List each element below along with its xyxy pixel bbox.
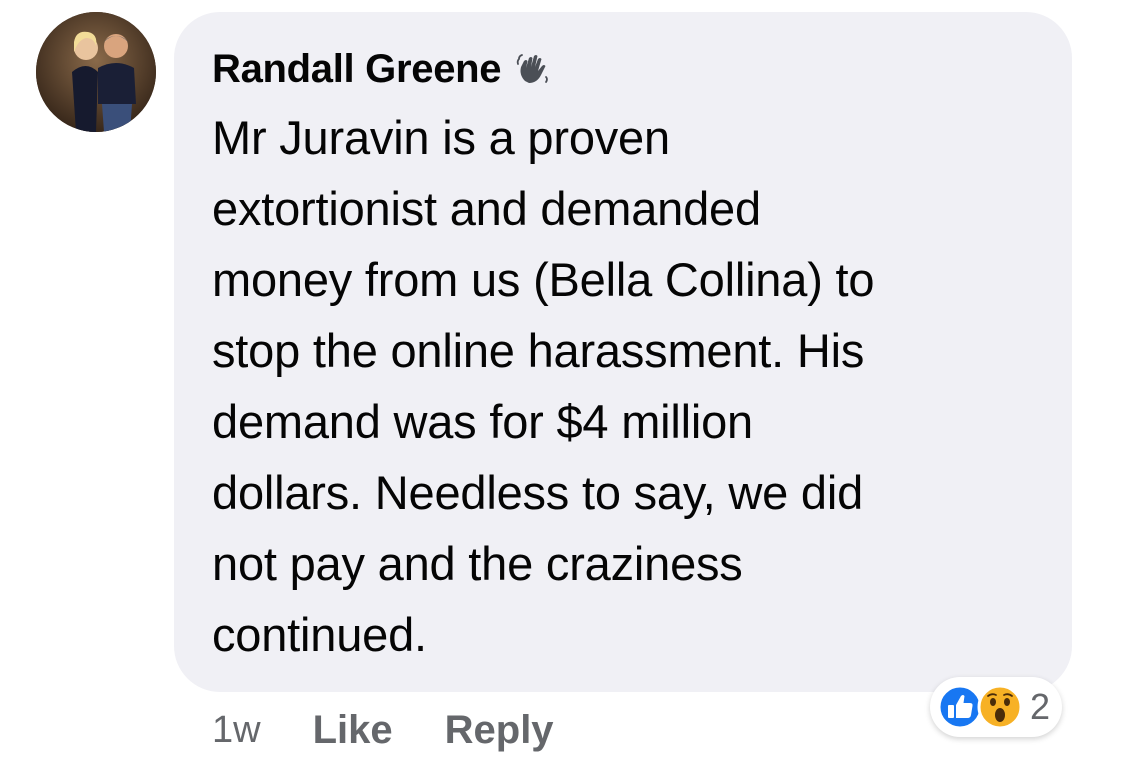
wow-reaction-icon — [976, 683, 1024, 731]
like-button[interactable]: Like — [313, 708, 393, 753]
comment-actions: 1w Like Reply — [212, 700, 606, 760]
author-name[interactable]: Randall Greene — [212, 47, 502, 92]
reactions-summary[interactable]: 2 — [930, 677, 1063, 737]
comment-text: Mr Juravin is a proven extortionist and … — [212, 111, 875, 661]
timestamp[interactable]: 1w — [212, 709, 261, 752]
comment-header: Randall Greene — [212, 44, 551, 94]
reaction-count: 2 — [1030, 686, 1051, 727]
avatar[interactable] — [36, 12, 156, 132]
waving-hand-icon[interactable] — [515, 51, 551, 87]
reply-button[interactable]: Reply — [445, 708, 554, 753]
